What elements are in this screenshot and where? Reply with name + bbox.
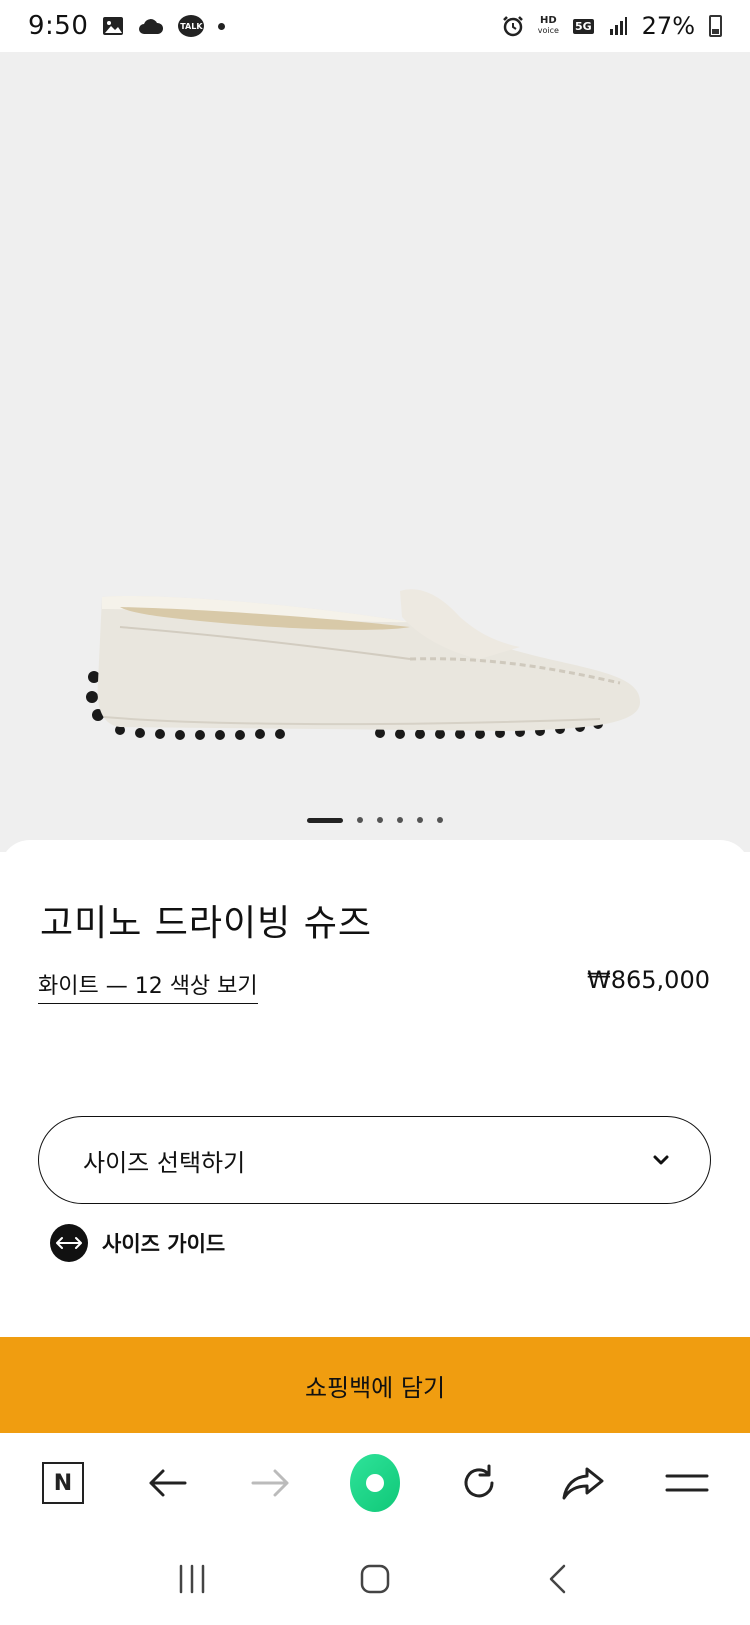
status-time: 9:50	[28, 11, 89, 41]
system-back-button[interactable]	[533, 1554, 583, 1604]
carousel-dot-active[interactable]	[307, 817, 343, 823]
battery-icon	[709, 15, 722, 37]
chevron-down-icon	[653, 1155, 669, 1165]
carousel-dots	[0, 817, 750, 823]
back-icon	[550, 1564, 566, 1594]
refresh-icon	[464, 1464, 494, 1498]
system-home-button[interactable]	[350, 1554, 400, 1604]
talk-icon: TALK	[178, 15, 205, 37]
product-title: 고미노 드라이빙 슈즈	[40, 903, 372, 944]
hd-voice-icon: HD voice	[538, 16, 559, 36]
share-button[interactable]	[558, 1458, 608, 1508]
alarm-icon	[502, 15, 524, 37]
status-left: 9:50 TALK	[28, 11, 226, 41]
back-arrow-icon	[149, 1469, 187, 1497]
back-button[interactable]	[142, 1458, 192, 1508]
forward-arrow-icon	[251, 1469, 289, 1497]
network-label: 5G	[572, 18, 594, 34]
product-info-sheet: 고미노 드라이빙 슈즈 화이트 — 12 색상 보기 ₩865,000 사이즈 …	[0, 840, 750, 1340]
size-select-dropdown[interactable]: 사이즈 선택하기	[38, 1116, 711, 1204]
recent-apps-icon	[179, 1564, 204, 1594]
recent-apps-button[interactable]	[167, 1554, 217, 1604]
status-right: HD voice 5G 27%	[502, 12, 722, 40]
size-select-label: 사이즈 선택하기	[83, 1148, 246, 1177]
product-image[interactable]	[0, 52, 750, 852]
naver-n-icon: N	[42, 1462, 84, 1504]
hd-label: HD	[540, 15, 557, 26]
forward-button[interactable]	[246, 1458, 296, 1508]
horizontal-arrows-icon	[50, 1224, 88, 1262]
add-to-bag-button[interactable]: 쇼핑백에 담기	[0, 1337, 750, 1433]
naver-home-button[interactable]: N	[38, 1458, 88, 1508]
gallery-icon	[102, 16, 124, 36]
menu-icon	[665, 1474, 709, 1492]
shoe-image	[86, 589, 641, 740]
size-guide-label: 사이즈 가이드	[102, 1232, 226, 1256]
carousel-dot[interactable]	[377, 817, 383, 823]
cloud-icon	[138, 17, 164, 35]
status-bar: 9:50 TALK HD voice 5G 27%	[0, 0, 750, 52]
voice-label: voice	[537, 26, 559, 35]
network-icon: 5G	[572, 18, 594, 34]
carousel-dot[interactable]	[417, 817, 423, 823]
carousel-dot[interactable]	[357, 817, 363, 823]
menu-button[interactable]	[662, 1458, 712, 1508]
add-to-bag-label: 쇼핑백에 담기	[304, 1373, 446, 1402]
size-guide-link[interactable]: 사이즈 가이드	[50, 1224, 225, 1262]
carousel-dot[interactable]	[397, 817, 403, 823]
green-home-icon	[350, 1454, 400, 1512]
signal-icon	[608, 16, 628, 36]
share-icon	[562, 1467, 604, 1500]
battery-percent: 27%	[641, 12, 695, 40]
system-navigation	[0, 1533, 750, 1625]
refresh-button[interactable]	[454, 1458, 504, 1508]
home-icon	[360, 1564, 390, 1594]
browser-toolbar: N	[0, 1433, 750, 1533]
product-price: ₩865,000	[587, 966, 710, 994]
carousel-dot[interactable]	[437, 817, 443, 823]
color-options-link[interactable]: 화이트 — 12 색상 보기	[38, 968, 258, 1004]
dot-icon	[218, 22, 226, 30]
green-home-button[interactable]	[350, 1454, 400, 1512]
